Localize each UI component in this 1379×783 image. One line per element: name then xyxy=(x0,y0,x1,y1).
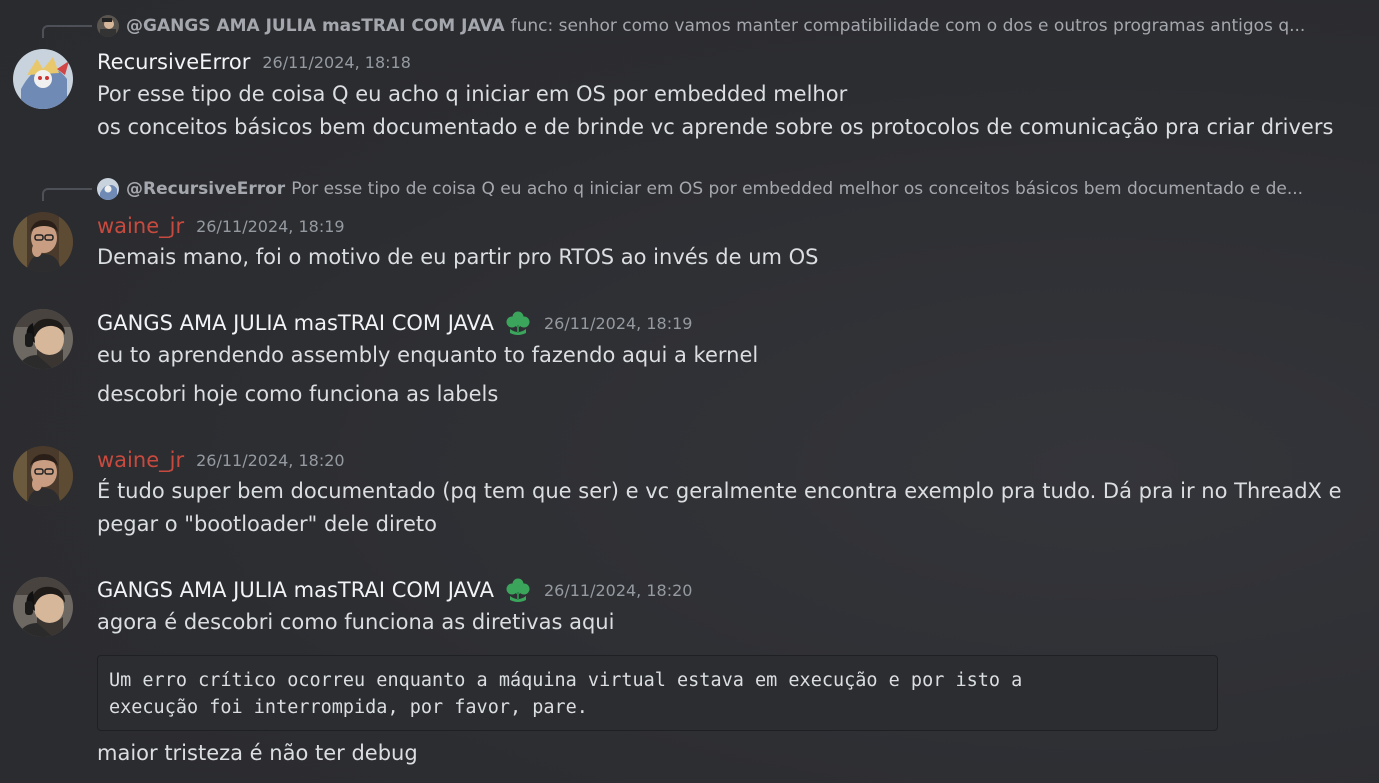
message-text: pegar o "bootloader" dele direto xyxy=(97,512,437,536)
chat-messages: @GANGS AMA JULIA masTRAI COM JAVA func: … xyxy=(0,0,1379,783)
reply-text[interactable]: Por esse tipo de coisa Q eu acho q inici… xyxy=(291,179,1303,199)
avatar-recursiveerror[interactable] xyxy=(13,49,73,109)
reply-avatar-gangs xyxy=(97,15,119,37)
avatar-waine-jr[interactable] xyxy=(13,446,73,506)
message-text: Demais mano, foi o motivo de eu partir p… xyxy=(97,245,819,269)
green-flower-badge-icon[interactable] xyxy=(504,576,532,604)
reply-preview[interactable]: @GANGS AMA JULIA masTRAI COM JAVA func: … xyxy=(97,14,1342,38)
message-text: agora é descobri como funciona as direti… xyxy=(97,610,615,634)
message-text: eu to aprendendo assembly enquanto to fa… xyxy=(97,343,759,367)
message-text: os conceitos básicos bem documentado e d… xyxy=(97,115,1334,139)
reply-author[interactable]: @RecursiveError xyxy=(126,179,285,199)
reply-text[interactable]: func: senhor como vamos manter compatibi… xyxy=(511,16,1306,36)
message-text: descobri hoje como funciona as labels xyxy=(97,382,499,406)
message-timestamp: 26/11/2024, 18:19 xyxy=(543,313,693,333)
message-text: Por esse tipo de coisa Q eu acho q inici… xyxy=(97,82,848,106)
code-block[interactable]: Um erro crítico ocorreu enquanto a máqui… xyxy=(97,655,1218,731)
avatar-gangs[interactable] xyxy=(13,309,73,369)
reply-spine xyxy=(42,188,92,201)
message-author[interactable]: RecursiveError xyxy=(97,50,250,74)
reply-preview[interactable]: @RecursiveError Por esse tipo de coisa Q… xyxy=(97,177,1342,201)
message-author[interactable]: GANGS AMA JULIA masTRAI COM JAVA xyxy=(97,311,494,335)
message-text: É tudo super bem documentado (pq tem que… xyxy=(97,479,1342,503)
message-timestamp: 26/11/2024, 18:19 xyxy=(196,216,345,236)
avatar-gangs[interactable] xyxy=(13,577,73,637)
reply-author[interactable]: @GANGS AMA JULIA masTRAI COM JAVA xyxy=(126,16,505,36)
reply-spine xyxy=(42,25,92,38)
reply-avatar-recursiveerror xyxy=(97,178,119,200)
message-timestamp: 26/11/2024, 18:20 xyxy=(543,580,693,600)
message-timestamp: 26/11/2024, 18:18 xyxy=(262,52,411,72)
message-author[interactable]: waine_jr xyxy=(97,214,184,238)
message-text: maior tristeza é não ter debug xyxy=(97,741,418,765)
green-flower-badge-icon[interactable] xyxy=(504,309,532,337)
message-timestamp: 26/11/2024, 18:20 xyxy=(196,450,345,470)
message-author[interactable]: GANGS AMA JULIA masTRAI COM JAVA xyxy=(97,578,494,602)
message-author[interactable]: waine_jr xyxy=(97,448,184,472)
avatar-waine-jr[interactable] xyxy=(13,212,73,272)
